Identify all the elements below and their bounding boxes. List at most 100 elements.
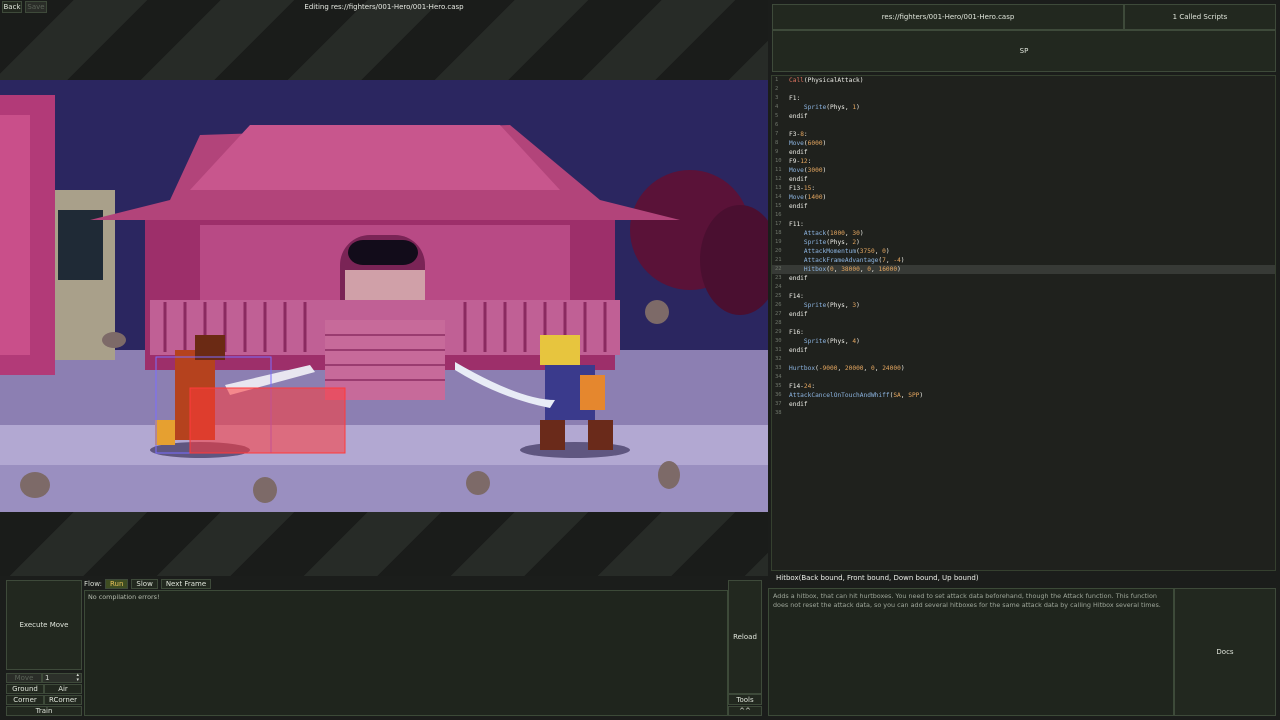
code-token: )	[856, 338, 860, 345]
code-line[interactable]: 36 AttackCancelOnTouchAndWhiff(SA, SPP)	[772, 391, 1275, 400]
code-line[interactable]: 38	[772, 409, 1275, 418]
code-token: 24000	[882, 365, 901, 372]
line-text: Attack(1000, 30)	[789, 229, 864, 238]
code-line[interactable]: 15 endif	[772, 202, 1275, 211]
tools-button[interactable]: Tools	[728, 694, 762, 705]
move-spinbox[interactable]: 1 ▴ ▾	[42, 673, 82, 683]
code-line[interactable]: 21 AttackFrameAdvantage(7, -4)	[772, 256, 1275, 265]
execute-move-button[interactable]: Execute Move	[6, 580, 82, 670]
code-line[interactable]: 10 F9-12:	[772, 157, 1275, 166]
code-line[interactable]: 29 F16:	[772, 328, 1275, 337]
line-number: 13	[775, 185, 782, 191]
code-token: :	[807, 158, 812, 165]
code-line[interactable]: 2	[772, 85, 1275, 94]
code-line[interactable]: 35 F14-24:	[772, 382, 1275, 391]
line-number: 36	[775, 392, 782, 398]
line-number: 16	[775, 212, 782, 218]
run-button[interactable]: Run	[104, 579, 129, 589]
docs-button[interactable]: Docs	[1174, 588, 1276, 716]
line-number: 6	[775, 122, 779, 128]
code-line[interactable]: 4 Sprite(Phys, 1)	[772, 103, 1275, 112]
line-text: Sprite(Phys, 3)	[789, 301, 860, 310]
code-line[interactable]: 28	[772, 319, 1275, 328]
code-line[interactable]: 33 Hurtbox(-9000, 20000, 0, 24000)	[772, 364, 1275, 373]
code-line[interactable]: 13 F13-15:	[772, 184, 1275, 193]
slow-button[interactable]: Slow	[131, 579, 158, 589]
code-line[interactable]: 20 AttackMomentum(3750, 0)	[772, 247, 1275, 256]
code-token: Sprite	[803, 104, 827, 111]
line-number: 4	[775, 104, 779, 110]
line-text: F9-12:	[789, 157, 811, 166]
code-line[interactable]: 12 endif	[772, 175, 1275, 184]
line-number: 21	[775, 257, 782, 263]
line-text: endif	[789, 346, 808, 355]
line-text: endif	[789, 274, 808, 283]
code-token: F16:	[789, 329, 804, 336]
code-line[interactable]: 32	[772, 355, 1275, 364]
rcorner-button[interactable]: RCorner	[44, 695, 82, 705]
code-line[interactable]: 24	[772, 283, 1275, 292]
code-line[interactable]: 26 Sprite(Phys, 3)	[772, 301, 1275, 310]
code-token: AttackCancelOnTouchAndWhiff	[789, 392, 890, 399]
code-line[interactable]: 27 endif	[772, 310, 1275, 319]
sp-button[interactable]: SP	[772, 30, 1276, 72]
code-line[interactable]: 7 F3-8:	[772, 130, 1275, 139]
code-line[interactable]: 25 F14:	[772, 292, 1275, 301]
code-line[interactable]: 16	[772, 211, 1275, 220]
code-line[interactable]: 31 endif	[772, 346, 1275, 355]
code-line[interactable]: 17 F11:	[772, 220, 1275, 229]
code-line[interactable]: 18 Attack(1000, 30)	[772, 229, 1275, 238]
code-token: SA	[893, 392, 901, 399]
reload-button[interactable]: Reload	[728, 580, 762, 694]
code-line[interactable]: 22 Hitbox(0, 38000, 0, 16000)	[772, 265, 1275, 274]
code-token: Move	[789, 140, 804, 147]
code-editor[interactable]: 1 Call(PhysicalAttack) 2 3 F1: 4 Sprite(Phys,…	[771, 75, 1276, 571]
code-line[interactable]: 8 Move(6000)	[772, 139, 1275, 148]
code-line[interactable]: 1 Call(PhysicalAttack)	[772, 76, 1275, 85]
save-button[interactable]: Save	[25, 1, 47, 13]
line-text: F14-24:	[789, 382, 815, 391]
code-line[interactable]: 19 Sprite(Phys, 2)	[772, 238, 1275, 247]
code-line[interactable]: 9 endif	[772, 148, 1275, 157]
code-token: 38000	[841, 266, 860, 273]
tab-called-scripts[interactable]: 1 Called Scripts	[1124, 4, 1276, 30]
code-token: )	[856, 104, 860, 111]
stage-scene	[0, 80, 768, 512]
ground-button[interactable]: Ground	[6, 684, 44, 694]
tab-file[interactable]: res://fighters/001-Hero/001-Hero.casp	[772, 4, 1124, 30]
code-token: 1000	[830, 230, 845, 237]
code-token: :	[803, 131, 808, 138]
code-line[interactable]: 23 endif	[772, 274, 1275, 283]
line-text: AttackFrameAdvantage(7, -4)	[789, 256, 905, 265]
line-number: 10	[775, 158, 782, 164]
code-line[interactable]: 37 endif	[772, 400, 1275, 409]
code-line[interactable]: 6	[772, 121, 1275, 130]
game-viewport[interactable]	[0, 80, 768, 512]
code-line[interactable]: 14 Move(1400)	[772, 193, 1275, 202]
air-button[interactable]: Air	[44, 684, 82, 694]
line-text: Call(PhysicalAttack)	[789, 76, 864, 85]
function-signature: Hitbox(Back bound, Front bound, Down bou…	[776, 574, 979, 582]
train-button[interactable]: Train	[6, 706, 82, 716]
line-text: endif	[789, 148, 808, 157]
next-frame-button[interactable]: Next Frame	[160, 579, 212, 589]
code-line[interactable]: 30 Sprite(Phys, 4)	[772, 337, 1275, 346]
code-line[interactable]: 11 Move(3000)	[772, 166, 1275, 175]
code-token: AttackMomentum	[803, 248, 857, 255]
back-button[interactable]: Back	[2, 1, 22, 13]
code-token: SPP	[908, 392, 920, 399]
spin-arrows-icon[interactable]: ▴ ▾	[76, 673, 79, 683]
documentation-text: Adds a hitbox, that can hit hurtboxes. Y…	[768, 588, 1174, 716]
collapse-button[interactable]: ^^	[728, 706, 762, 716]
code-line[interactable]: 3 F1:	[772, 94, 1275, 103]
code-token: -9000	[818, 365, 838, 372]
code-token: (Phys,	[826, 104, 853, 111]
code-line[interactable]: 5 endif	[772, 112, 1275, 121]
line-number: 5	[775, 113, 779, 119]
corner-button[interactable]: Corner	[6, 695, 44, 705]
code-line[interactable]: 34	[772, 373, 1275, 382]
